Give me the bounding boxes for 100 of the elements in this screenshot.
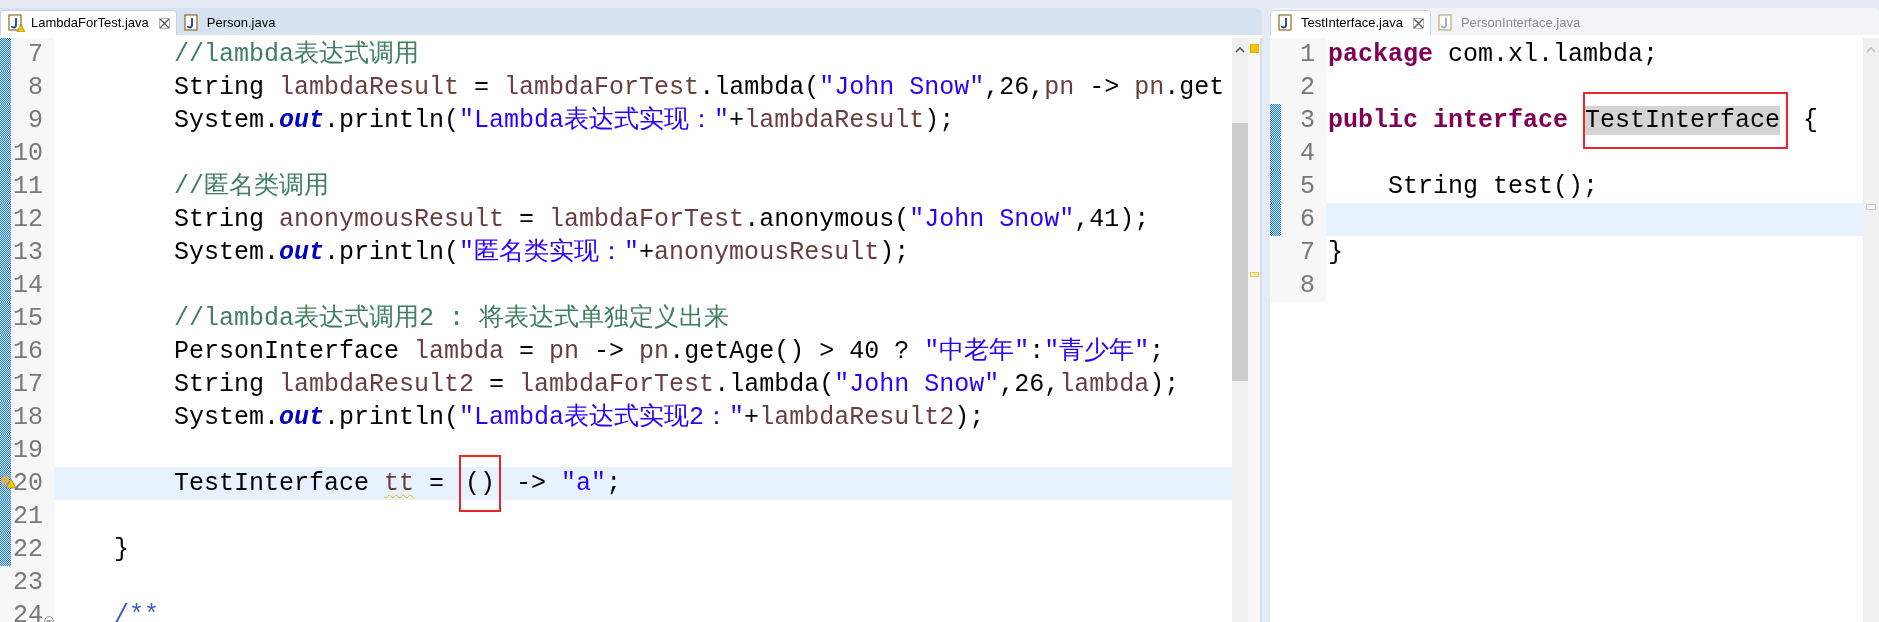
code-text: pn [1044, 71, 1075, 104]
line-number: 18 [12, 401, 43, 434]
code-text: ); [924, 104, 955, 137]
code-text: -> [1088, 71, 1121, 104]
code-text: ); [879, 236, 910, 269]
code-text: lambdaForTest [549, 203, 745, 236]
code-text: = [518, 335, 536, 368]
code-text: lambdaForTest [504, 71, 700, 104]
code-text: out [279, 401, 325, 434]
code-comment: //匿名类调用 [174, 170, 329, 203]
line-number: 13 [12, 236, 43, 269]
code-text: } [114, 533, 129, 566]
line-number: 22 [12, 533, 43, 566]
line-number: 6 [1299, 203, 1315, 236]
java-file-icon [1436, 13, 1455, 32]
code-text: lambdaForTest [519, 368, 715, 401]
line-number: 8 [27, 71, 43, 104]
code-text: .println( [324, 401, 460, 434]
line-number: 4 [1299, 137, 1315, 170]
close-icon [158, 17, 170, 29]
editor-tab[interactable]: Person.java [176, 10, 282, 35]
line-number: 1 [1299, 38, 1315, 71]
code-text: "Lambda表达式实现：" [459, 104, 730, 137]
code-text: ); [1149, 368, 1180, 401]
line-number: 16 [12, 335, 43, 368]
scroll-thumb[interactable] [1232, 123, 1248, 381]
code-text: TestInterface [174, 467, 371, 500]
code-text: ; [1149, 335, 1165, 368]
code-text: -> [593, 335, 626, 368]
code-text: "中老年" [924, 335, 1030, 368]
line-number: 15 [12, 302, 43, 335]
warning-marker-icon [1249, 44, 1259, 53]
code-text: + [744, 401, 760, 434]
code-text: .lambda( [699, 71, 820, 104]
line-number: 19 [12, 434, 43, 467]
code-text: "匿名类实现：" [459, 236, 640, 269]
scroll-thumb[interactable] [1866, 204, 1876, 210]
code-text: } [1328, 236, 1343, 269]
code-text: = [473, 71, 491, 104]
code-text: String [174, 203, 265, 236]
code-text: PersonInterface [174, 335, 401, 368]
code-comment: //lambda表达式调用2 : 将表达式单独定义出来 [174, 302, 730, 335]
code-comment: /** [114, 599, 159, 622]
code-text: -> [515, 467, 548, 500]
line-number: 5 [1299, 170, 1315, 203]
code-text: String test(); [1388, 170, 1599, 203]
code-text: interface [1433, 104, 1570, 137]
code-text: lambdaResult [744, 104, 925, 137]
code-text: "青少年" [1044, 335, 1150, 368]
code-text: ,26, [984, 71, 1045, 104]
code-text: lambdaResult [279, 71, 460, 104]
code-text: .println( [324, 236, 460, 269]
line-number: 10 [12, 137, 43, 170]
code-text: System. [174, 236, 280, 269]
code-text: System. [174, 104, 280, 137]
code-text: "a" [561, 467, 607, 500]
java-file-icon [1277, 14, 1295, 32]
code-text: anonymousResult [654, 236, 880, 269]
code-text: { [1802, 104, 1819, 137]
line-number: 3 [1299, 104, 1315, 137]
editor-tab[interactable]: TestInterface.java [1270, 10, 1431, 35]
line-number: 14 [12, 269, 43, 302]
code-text: .get [1164, 71, 1225, 104]
code-text: lambdaResult2 [759, 401, 955, 434]
code-text: out [279, 236, 325, 269]
code-text: "John Snow" [909, 203, 1075, 236]
line-number: 8 [1299, 269, 1315, 302]
line-number: 17 [12, 368, 43, 401]
line-number: 7 [1299, 236, 1315, 269]
code-text: .lambda( [714, 368, 835, 401]
overview-marker-icon [1249, 272, 1259, 277]
editor-tab[interactable]: LambdaForTest.java [0, 10, 177, 35]
line-number: 11 [12, 170, 43, 203]
line-number: 12 [12, 203, 43, 236]
code-text: String [174, 71, 265, 104]
code-text: ,41); [1074, 203, 1150, 236]
code-text: public [1328, 104, 1419, 137]
code-text: .println( [324, 104, 460, 137]
code-text: tt [384, 467, 415, 500]
code-text: "John Snow" [819, 71, 985, 104]
vertical-scrollbar[interactable] [1863, 38, 1879, 622]
code-text: pn [639, 335, 670, 368]
code-text: lambda [414, 335, 505, 368]
code-text: = [488, 368, 506, 401]
code-text: .anonymous( [744, 203, 910, 236]
code-text: com.xl.lambda; [1448, 38, 1659, 71]
code-text: = [518, 203, 536, 236]
code-text: ; [606, 467, 622, 500]
java-file-icon [182, 13, 201, 32]
code-text: out [279, 104, 325, 137]
line-number: 9 [27, 104, 43, 137]
line-number: 23 [12, 566, 43, 599]
code-text: pn [1134, 71, 1165, 104]
code-text: "John Snow" [834, 368, 1000, 401]
vertical-scrollbar[interactable] [1232, 38, 1248, 622]
code-text: String [174, 368, 265, 401]
close-icon [1412, 17, 1424, 29]
code-text: lambdaResult2 [279, 368, 475, 401]
code-comment: //lambda表达式调用 [174, 38, 420, 71]
line-number: 7 [27, 38, 43, 71]
